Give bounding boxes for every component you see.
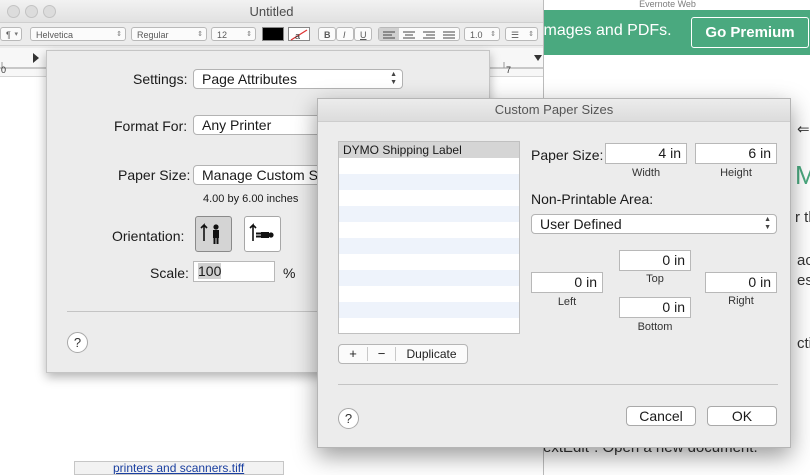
evernote-text-fragment: esi	[797, 272, 810, 289]
scale-unit: %	[283, 265, 296, 281]
underline-button[interactable]: U	[354, 27, 372, 41]
list-row-empty	[339, 190, 519, 206]
list-style-popup[interactable]: ☰ ⇕	[505, 27, 538, 41]
list-row-empty	[339, 238, 519, 254]
evernote-heading-fragment: M	[795, 160, 810, 190]
settings-popup[interactable]: Page Attributes ▲ ▼	[193, 69, 403, 89]
font-family-label: Helvetica	[36, 30, 74, 40]
evernote-tab-icon[interactable]: ⇐	[797, 120, 810, 138]
top-margin-field[interactable]: 0 in	[619, 250, 691, 271]
list-icon: ☰	[511, 30, 520, 40]
align-left-icon[interactable]	[379, 28, 399, 40]
list-row-empty	[339, 206, 519, 222]
bottom-label: Bottom	[637, 321, 673, 333]
paper-size-value: Manage Custom Si	[202, 167, 322, 183]
portrait-person-icon	[200, 223, 219, 244]
font-style-popup[interactable]: Regular ⇕	[131, 27, 207, 41]
paper-size-label: Paper Size:	[118, 167, 191, 183]
scale-value: 100	[198, 263, 222, 279]
left-margin-field[interactable]: 0 in	[531, 272, 603, 293]
paragraph-label: ¶	[6, 30, 11, 40]
height-label: Height	[720, 167, 752, 179]
italic-button[interactable]: I	[336, 27, 354, 41]
settings-label: Settings:	[133, 71, 188, 87]
line-spacing-label: 1.0	[470, 30, 483, 40]
left-label: Left	[557, 296, 577, 308]
list-row-empty	[339, 158, 519, 174]
list-row-empty	[339, 286, 519, 302]
updown-arrows-icon: ▲ ▼	[764, 216, 771, 231]
list-row-empty	[339, 302, 519, 318]
format-for-value: Any Printer	[202, 117, 272, 133]
scale-field[interactable]: 100	[193, 261, 275, 282]
highlight-color-well[interactable]: a	[288, 27, 310, 41]
list-item[interactable]: DYMO Shipping Label	[339, 142, 519, 158]
font-size-label: 12	[217, 30, 228, 40]
go-premium-button[interactable]: Go Premium	[691, 17, 809, 48]
font-size-popup[interactable]: 12 ⇕	[211, 27, 256, 41]
non-printable-area-value: User Defined	[540, 216, 622, 232]
font-family-popup[interactable]: Helvetica ⇕	[30, 27, 126, 41]
cancel-button[interactable]: Cancel	[626, 406, 696, 426]
list-row-empty	[339, 254, 519, 270]
window-title: Untitled	[249, 4, 294, 19]
paper-size-label: Paper Size:	[531, 147, 604, 163]
help-button[interactable]: ?	[338, 408, 359, 429]
list-row-empty	[339, 222, 519, 238]
right-label: Right	[728, 295, 754, 307]
page-setup-help-button[interactable]: ?	[67, 332, 88, 353]
list-row-empty	[339, 174, 519, 190]
width-label: Width	[631, 167, 661, 179]
paper-height-field[interactable]: 6 in	[695, 143, 777, 164]
format-for-popup[interactable]: Any Printer	[193, 115, 333, 135]
paper-dimensions-text: 4.00 by 6.00 inches	[203, 193, 299, 205]
add-paper-size-button[interactable]: +	[339, 345, 367, 363]
ruler-mark-left: 0	[1, 65, 7, 75]
non-printable-area-label: Non-Printable Area:	[531, 191, 654, 207]
dialog-divider	[338, 384, 778, 385]
paper-size-popup[interactable]: Manage Custom Si	[193, 165, 333, 185]
portrait-orientation-button[interactable]	[195, 216, 232, 252]
paper-size-list[interactable]: DYMO Shipping Label	[338, 141, 520, 334]
svg-text:a: a	[295, 31, 300, 41]
align-center-icon[interactable]	[399, 28, 419, 40]
align-justify-icon[interactable]	[439, 28, 459, 40]
dialog-title: Custom Paper Sizes	[318, 99, 790, 122]
format-for-label: Format For:	[114, 118, 188, 134]
evernote-text-fragment: ctio	[797, 335, 810, 352]
updown-arrows-icon: ▲ ▼	[390, 71, 397, 86]
list-row-empty	[339, 318, 519, 333]
evernote-text-fragment: ack	[797, 252, 810, 269]
line-spacing-popup[interactable]: 1.0 ⇕	[464, 27, 500, 41]
scale-label: Scale:	[150, 265, 189, 281]
remove-paper-size-button[interactable]: −	[368, 345, 395, 363]
ruler-mark-right: 7	[506, 65, 512, 75]
ok-button[interactable]: OK	[707, 406, 777, 426]
no-color-icon: a	[290, 29, 308, 41]
paper-width-field[interactable]: 4 in	[605, 143, 687, 164]
text-color-well[interactable]	[262, 27, 284, 41]
bold-button[interactable]: B	[318, 27, 336, 41]
orientation-label: Orientation:	[112, 228, 185, 244]
align-right-icon[interactable]	[419, 28, 439, 40]
top-label: Top	[646, 273, 664, 285]
custom-paper-sizes-dialog: Custom Paper Sizes DYMO Shipping Label +…	[317, 98, 791, 448]
paragraph-style-popup[interactable]: ¶ ▾	[0, 27, 22, 41]
font-style-label: Regular	[137, 30, 169, 40]
evernote-text-fragment: r th	[795, 209, 810, 226]
right-margin-field[interactable]: 0 in	[705, 272, 777, 293]
landscape-person-icon	[249, 223, 274, 241]
attachment-file-link[interactable]: printers and scanners.tiff	[74, 461, 284, 475]
evernote-top-label: Evernote Web	[525, 0, 810, 10]
evernote-banner-text: images and PDFs.	[540, 22, 672, 39]
landscape-orientation-button[interactable]	[244, 216, 281, 252]
settings-value: Page Attributes	[202, 71, 297, 87]
alignment-segmented-control	[378, 27, 460, 41]
duplicate-paper-size-button[interactable]: Duplicate	[396, 345, 467, 363]
bottom-margin-field[interactable]: 0 in	[619, 297, 691, 318]
list-edit-segmented-control: + − Duplicate	[338, 344, 468, 364]
non-printable-area-popup[interactable]: User Defined ▲ ▼	[531, 214, 777, 234]
list-row-empty	[339, 270, 519, 286]
